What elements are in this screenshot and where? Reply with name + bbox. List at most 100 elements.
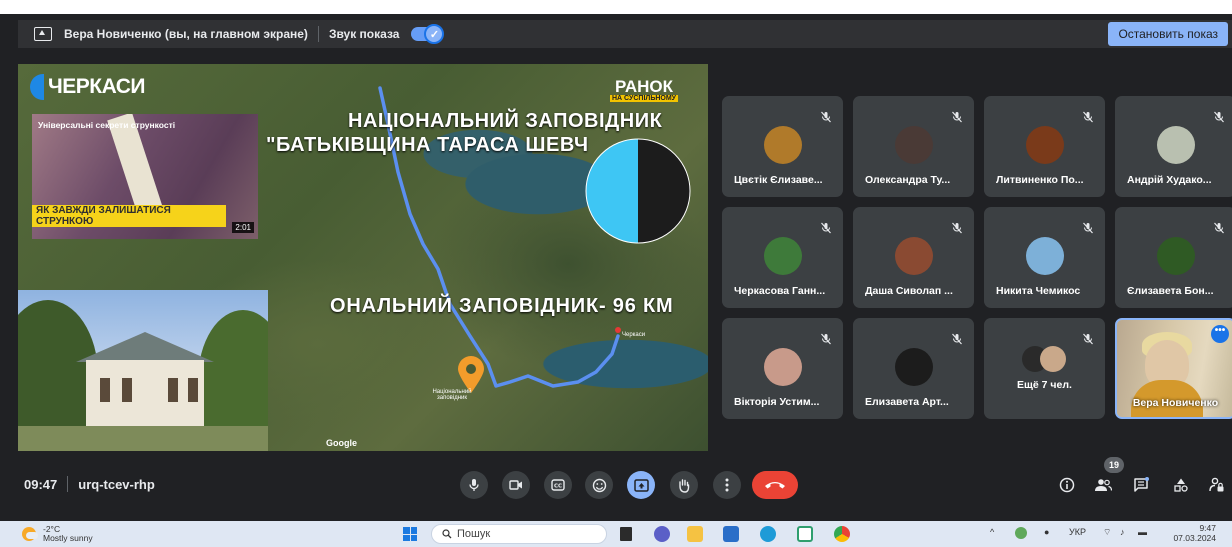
avatar xyxy=(1157,237,1195,275)
chat-icon xyxy=(1134,477,1149,492)
participant-tile[interactable]: Даша Сиволап ... xyxy=(853,207,974,308)
pie-transition-graphic xyxy=(585,138,691,244)
check-icon: ✓ xyxy=(424,24,445,44)
hand-icon xyxy=(679,478,690,493)
self-video-tile[interactable]: ••• Вера Новиченко xyxy=(1115,318,1232,419)
mic-off-icon xyxy=(821,333,831,345)
leave-call-button[interactable] xyxy=(752,471,798,499)
svg-text:CC: CC xyxy=(554,484,562,490)
avatar xyxy=(764,126,802,164)
participant-tile[interactable]: Вікторія Устим... xyxy=(722,318,843,419)
participant-tile[interactable]: Єлизавета Бон... xyxy=(1115,207,1232,308)
file-explorer-icon[interactable] xyxy=(687,526,703,542)
app-tray-icon[interactable] xyxy=(1015,527,1027,539)
task-view-icon[interactable] xyxy=(620,527,632,541)
meeting-time: 09:47 xyxy=(24,476,58,492)
participant-name: Олександра Ту... xyxy=(865,174,951,186)
teams-chat-icon[interactable] xyxy=(654,526,670,542)
distance-caption: ОНАЛЬНИЙ ЗАПОВІДНИК- 96 КМ xyxy=(330,295,674,317)
more-options-button[interactable] xyxy=(713,471,741,499)
headline-line1: НАЦІОНАЛЬНИЙ ЗАПОВІДНИК xyxy=(348,110,663,132)
avatar xyxy=(1026,237,1064,275)
edge-browser-icon[interactable] xyxy=(760,526,776,542)
video-thumbnail: Універсальні секрети стрункості ЯК ЗАВЖД… xyxy=(32,114,258,239)
info-icon xyxy=(1059,477,1075,493)
weather-widget[interactable]: -2°C Mostly sunny xyxy=(22,525,93,543)
stop-presenting-button[interactable]: Остановить показ xyxy=(1108,22,1228,46)
weather-description: Mostly sunny xyxy=(43,533,93,543)
more-participants-tile[interactable]: Ещё 7 чел. xyxy=(984,318,1105,419)
participant-tile[interactable]: Никита Чемикос xyxy=(984,207,1105,308)
reactions-button[interactable] xyxy=(585,471,613,499)
sound-label: Звук показа xyxy=(328,27,400,41)
raise-hand-button[interactable] xyxy=(670,471,698,499)
captions-button[interactable]: CC xyxy=(544,471,572,499)
activities-button[interactable] xyxy=(1170,474,1192,496)
taskbar-search[interactable]: Пошук xyxy=(431,524,607,544)
meeting-details-button[interactable] xyxy=(1056,474,1078,496)
participant-tile[interactable]: Цвєтік Єлизаве... xyxy=(722,96,843,197)
mic-off-icon xyxy=(952,222,962,234)
battery-icon[interactable]: ▬ xyxy=(1138,527,1147,537)
museum-photo xyxy=(18,290,268,451)
participant-name: Литвиненко По... xyxy=(996,174,1084,186)
mic-off-icon xyxy=(952,333,962,345)
more-vert-icon xyxy=(725,478,729,492)
divider xyxy=(317,26,319,42)
lock-person-icon xyxy=(1209,477,1224,492)
chrome-browser-icon[interactable] xyxy=(834,526,850,542)
mic-button[interactable] xyxy=(460,471,488,499)
mic-off-icon xyxy=(1214,111,1224,123)
emoji-icon xyxy=(592,478,606,492)
present-screen-icon xyxy=(633,478,649,492)
input-language[interactable]: УКР xyxy=(1069,527,1086,537)
microphone-tray-icon[interactable]: ● xyxy=(1044,527,1049,537)
wifi-icon[interactable]: ⌔ xyxy=(1103,527,1111,538)
people-icon xyxy=(1095,479,1112,491)
window-top-edge xyxy=(0,0,1232,14)
meeting-code: urq-tcev-rhp xyxy=(78,476,155,492)
destination-label: Національний заповідник xyxy=(432,389,472,401)
windows-taskbar: -2°C Mostly sunny Пошук ^ ● УКР ⌔ ♪ ▬ 9:… xyxy=(0,521,1232,547)
present-button[interactable] xyxy=(627,471,655,499)
volume-icon[interactable]: ♪ xyxy=(1120,527,1125,537)
participant-count-badge: 19 xyxy=(1104,457,1124,473)
participant-name: Вікторія Устим... xyxy=(734,396,820,408)
avatar xyxy=(1026,126,1064,164)
participant-tile[interactable]: Андрій Худако... xyxy=(1115,96,1232,197)
more-participants-label: Ещё 7 чел. xyxy=(1017,379,1072,391)
mic-icon xyxy=(469,479,479,491)
notepad-icon[interactable] xyxy=(797,526,813,542)
mic-off-icon xyxy=(821,111,831,123)
store-icon[interactable] xyxy=(723,526,739,542)
chevron-up-icon[interactable]: ^ xyxy=(990,527,994,537)
presenter-label: Вера Новиченко (вы, на главном экране) xyxy=(64,27,308,41)
participant-name: Черкасова Ганн... xyxy=(734,285,826,297)
participant-tile[interactable]: Литвиненко По... xyxy=(984,96,1105,197)
mic-off-icon xyxy=(1083,111,1093,123)
camera-button[interactable] xyxy=(502,471,530,499)
channel-logo: ЧЕРКАСИ xyxy=(30,74,146,100)
presentation-bar: Вера Новиченко (вы, на главном экране) З… xyxy=(18,20,1232,48)
windows-start-icon[interactable] xyxy=(403,527,417,541)
search-icon xyxy=(442,529,452,539)
avatar xyxy=(1157,126,1195,164)
system-clock[interactable]: 9:47 07.03.2024 xyxy=(1173,523,1216,543)
more-options-icon[interactable]: ••• xyxy=(1211,325,1229,343)
partly-sunny-icon xyxy=(22,527,38,541)
participant-tile[interactable]: Олександра Ту... xyxy=(853,96,974,197)
participant-name: Цвєтік Єлизаве... xyxy=(734,174,823,186)
people-button[interactable] xyxy=(1092,474,1114,496)
sound-toggle[interactable]: ✓ xyxy=(411,24,445,44)
map-attribution: Google xyxy=(326,438,357,448)
chat-button[interactable] xyxy=(1130,474,1152,496)
avatar xyxy=(895,126,933,164)
headline-line2: "БАТЬКІВЩИНА ТАРАСА ШЕВЧ xyxy=(266,134,589,156)
host-controls-button[interactable] xyxy=(1206,474,1228,496)
participant-tile[interactable]: Елизавета Арт... xyxy=(853,318,974,419)
mic-off-icon xyxy=(821,222,831,234)
participant-name: Никита Чемикос xyxy=(996,285,1081,297)
avatar xyxy=(895,348,933,386)
participant-tile[interactable]: Черкасова Ганн... xyxy=(722,207,843,308)
phone-hangup-icon xyxy=(765,482,785,489)
